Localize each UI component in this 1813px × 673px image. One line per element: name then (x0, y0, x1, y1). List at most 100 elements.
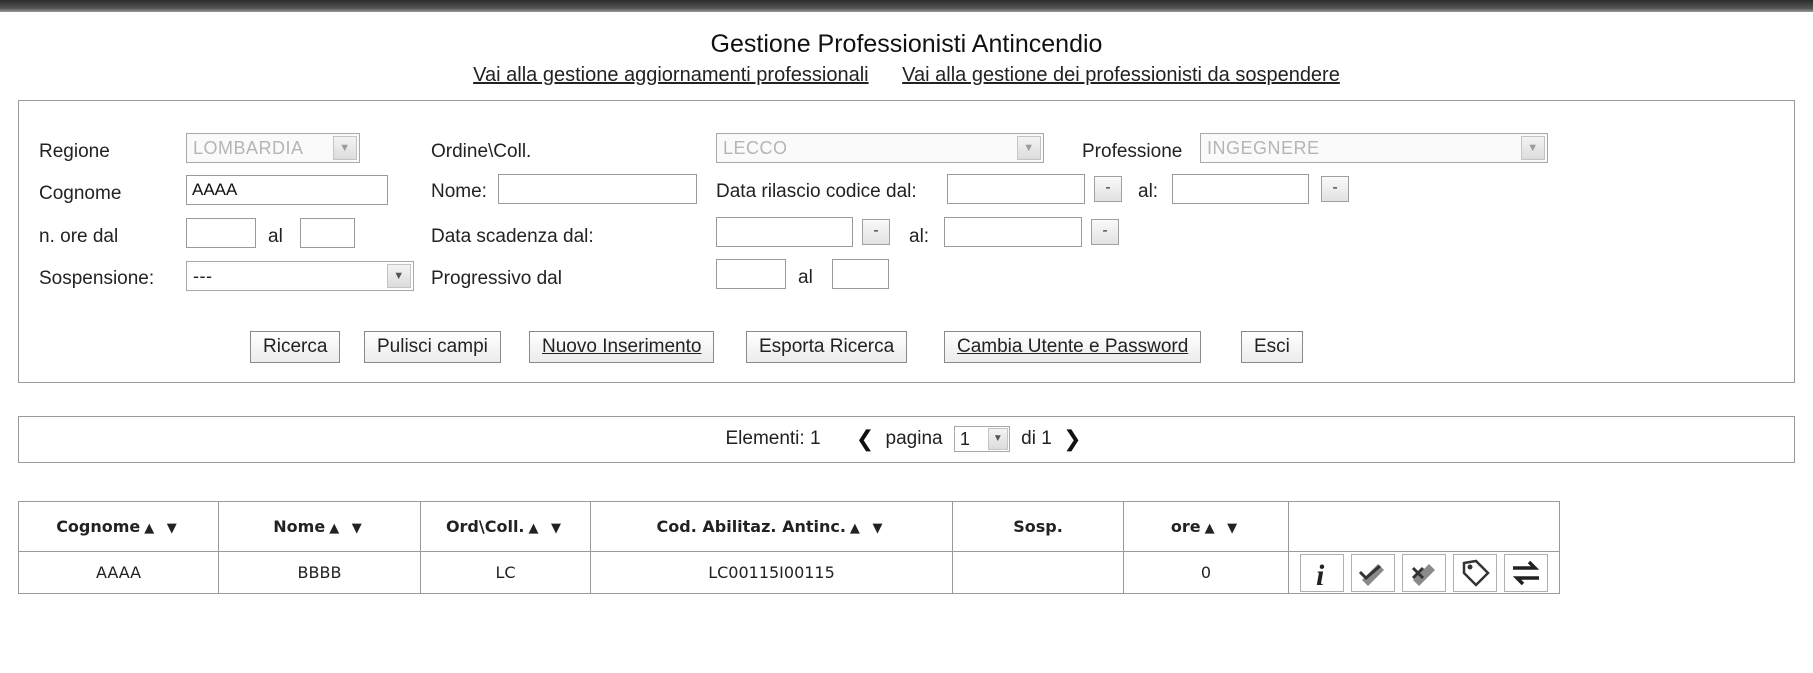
sort-arrows-icon[interactable]: ▲ ▼ (329, 521, 366, 536)
professione-label: Professione (1082, 141, 1183, 162)
elementi-count: Elementi: 1 (725, 428, 821, 449)
table-row: AAAA BBBB LC LC00115I00115 0 i (18, 551, 1560, 594)
search-panel: Regione LOMBARDIA ▼ Ordine\Coll. LECCO ▼… (18, 100, 1795, 383)
scadenza-al-label: al: (909, 226, 930, 247)
cognome-label: Cognome (39, 183, 122, 204)
rilascio-label: Data rilascio codice dal: (716, 181, 917, 202)
chevron-down-icon: ▼ (333, 136, 357, 160)
info-icon[interactable]: i (1299, 553, 1344, 592)
rilascio-dal-date-button[interactable]: - (1094, 176, 1122, 202)
ore-al-label: al (268, 226, 283, 247)
scadenza-dal-date-button[interactable]: - (862, 219, 890, 245)
sospensione-value: --- (193, 266, 213, 286)
rilascio-al-label: al: (1138, 181, 1159, 202)
col-ore-label: ore (1170, 517, 1201, 536)
col-ordcoll[interactable]: Ord\Coll. ▲ ▼ (420, 501, 591, 552)
scadenza-label: Data scadenza dal: (431, 226, 594, 247)
top-links: Vai alla gestione aggiornamenti professi… (0, 64, 1813, 87)
sospensione-select[interactable]: --- ▼ (186, 261, 414, 291)
progressivo-dal-input[interactable] (716, 259, 786, 289)
professione-select[interactable]: INGEGNERE ▼ (1200, 133, 1548, 163)
pulisci-campi-button[interactable]: Pulisci campi (364, 331, 501, 363)
chevron-down-icon: ▼ (987, 428, 1008, 450)
di-total-label: di 1 (1021, 428, 1052, 449)
col-sosp: Sosp. (952, 501, 1124, 552)
link-sospendere[interactable]: Vai alla gestione dei professionisti da … (902, 64, 1340, 86)
cell-cod-abilitaz: LC00115I00115 (590, 551, 953, 594)
cancel-edit-icon[interactable] (1402, 553, 1446, 592)
top-bar (0, 0, 1813, 12)
nome-input[interactable] (498, 174, 697, 204)
chevron-down-icon: ▼ (387, 264, 411, 288)
chevron-left-icon[interactable]: ❮ (856, 426, 874, 451)
cell-sosp (952, 551, 1124, 594)
professione-value: INGEGNERE (1207, 138, 1320, 158)
cell-ordcoll: LC (420, 551, 591, 594)
cell-actions: i (1288, 551, 1560, 594)
cognome-input[interactable] (186, 175, 388, 205)
cell-cognome: AAAA (18, 551, 219, 594)
page-select-value: 1 (959, 428, 970, 449)
sort-arrows-icon[interactable]: ▲ ▼ (529, 521, 566, 536)
progressivo-al-input[interactable] (832, 259, 889, 289)
cambia-utente-button[interactable]: Cambia Utente e Password (944, 331, 1202, 363)
regione-value: LOMBARDIA (193, 138, 304, 158)
rilascio-al-input[interactable] (1172, 174, 1309, 204)
table-header-row: Cognome ▲ ▼ Nome ▲ ▼ Ord\Coll. ▲ ▼ Cod. Abi… (18, 501, 1560, 552)
link-aggiornamenti[interactable]: Vai alla gestione aggiornamenti professi… (473, 64, 868, 86)
col-cod-label: Cod. Abilitaz. Antinc. (656, 517, 846, 536)
pagination-controls: Elementi: 1 ❮ pagina 1 ▼ di 1 ❯ (19, 426, 1794, 452)
ricerca-button[interactable]: Ricerca (250, 331, 341, 363)
rilascio-al-date-button[interactable]: - (1321, 176, 1349, 202)
ore-al-input[interactable] (300, 218, 355, 248)
nuovo-button-label: Nuovo Inserimento (542, 336, 702, 357)
chevron-down-icon: ▼ (1017, 136, 1041, 160)
chevron-right-icon[interactable]: ❯ (1063, 426, 1081, 451)
esporta-ricerca-button[interactable]: Esporta Ricerca (746, 331, 908, 363)
chevron-down-icon: ▼ (1521, 136, 1545, 160)
regione-label: Regione (39, 141, 110, 162)
nuovo-inserimento-button[interactable]: Nuovo Inserimento (529, 331, 715, 363)
scadenza-al-input[interactable] (944, 217, 1082, 247)
check-edit-icon[interactable] (1350, 553, 1395, 592)
pulisci-button-label: Pulisci campi (377, 336, 488, 357)
esci-button[interactable]: Esci (1241, 331, 1303, 363)
sort-arrows-icon[interactable]: ▲ ▼ (850, 521, 887, 536)
ore-label: n. ore dal (39, 226, 119, 247)
progressivo-label: Progressivo dal (431, 268, 562, 289)
regione-select[interactable]: LOMBARDIA ▼ (186, 133, 360, 163)
col-actions (1288, 501, 1560, 552)
page-select[interactable]: 1 ▼ (953, 426, 1010, 452)
cell-ore: 0 (1123, 551, 1289, 594)
ordine-select[interactable]: LECCO ▼ (716, 133, 1044, 163)
col-nome-label: Nome (273, 517, 326, 536)
svg-text:i: i (1316, 559, 1325, 589)
col-cognome[interactable]: Cognome ▲ ▼ (18, 501, 219, 552)
pagina-label: pagina (885, 428, 943, 449)
cell-nome: BBBB (218, 551, 421, 594)
ordine-label: Ordine\Coll. (431, 141, 532, 162)
col-cognome-label: Cognome (56, 517, 141, 536)
results-table: Cognome ▲ ▼ Nome ▲ ▼ Ord\Coll. ▲ ▼ Cod. Abi… (18, 501, 1560, 594)
ricerca-button-label: Ricerca (263, 336, 328, 357)
esci-button-label: Esci (1254, 336, 1290, 357)
col-sosp-label: Sosp. (1013, 517, 1063, 536)
page-title: Gestione Professionisti Antincendio (710, 30, 1103, 58)
pagination-bar: Elementi: 1 ❮ pagina 1 ▼ di 1 ❯ (18, 416, 1795, 463)
rilascio-dal-input[interactable] (947, 174, 1085, 204)
progressivo-al-label: al (798, 267, 813, 288)
sort-arrows-icon[interactable]: ▲ ▼ (1205, 521, 1242, 536)
sort-arrows-icon[interactable]: ▲ ▼ (144, 521, 181, 536)
scadenza-al-date-button[interactable]: - (1091, 219, 1119, 245)
ore-dal-input[interactable] (186, 218, 256, 248)
ordine-value: LECCO (723, 138, 788, 158)
col-ordcoll-label: Ord\Coll. (445, 517, 525, 536)
col-cod-abilitaz[interactable]: Cod. Abilitaz. Antinc. ▲ ▼ (590, 501, 953, 552)
col-nome[interactable]: Nome ▲ ▼ (218, 501, 421, 552)
tag-icon[interactable] (1453, 553, 1498, 592)
transfer-icon[interactable] (1504, 553, 1549, 592)
sospensione-label: Sospensione: (39, 268, 155, 289)
col-ore[interactable]: ore ▲ ▼ (1123, 501, 1289, 552)
nome-label: Nome: (431, 181, 487, 202)
scadenza-dal-input[interactable] (716, 217, 853, 247)
